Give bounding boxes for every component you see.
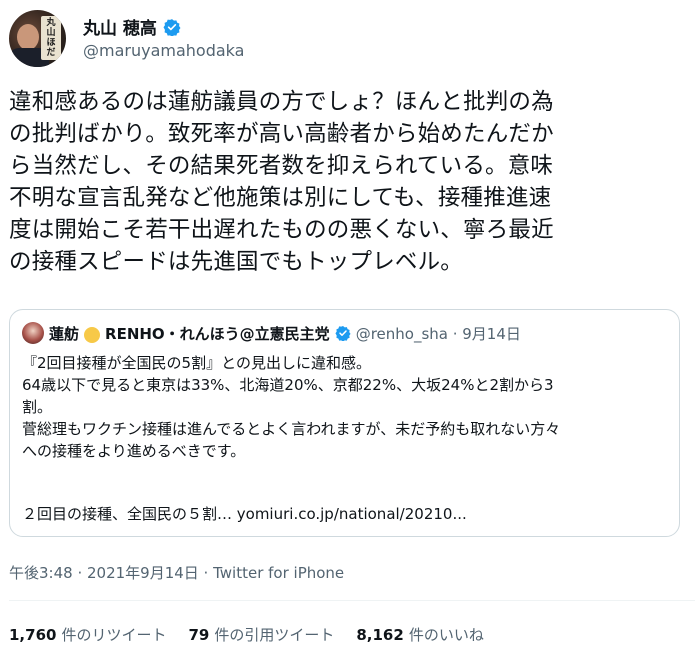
author-avatar[interactable]: 丸山ほだ bbox=[9, 10, 66, 67]
quoted-author-name: RENHO・れんほう@立憲民主党 bbox=[105, 324, 330, 343]
tweet-text-line: の接種スピードは先進国でもトップレベル。 bbox=[9, 249, 464, 275]
person-emoji-icon bbox=[84, 327, 101, 343]
likes-stat[interactable]: 8,162 件のいいね bbox=[356, 624, 483, 645]
quoted-handle-date: @renho_sha · 9月14日 bbox=[355, 324, 521, 343]
avatar-face bbox=[17, 24, 39, 50]
retweets-count: 1,760 bbox=[9, 626, 57, 644]
tweet-text-line: 不明な宣言乱発など他施策は別にしても、接種推進速 bbox=[9, 185, 552, 211]
quoted-tweet-header: 蓮舫 RENHO・れんほう@立憲民主党 @renho_sha · 9月14日 bbox=[22, 322, 521, 344]
quoted-tweet-card[interactable]: 蓮舫 RENHO・れんほう@立憲民主党 @renho_sha · 9月14日 『… bbox=[9, 309, 680, 537]
quoted-verified-badge-icon bbox=[335, 326, 351, 341]
quoted-body-line: 『2回目接種が全国民の5割』との見出しに違和感。 bbox=[22, 354, 371, 372]
quotes-count: 79 bbox=[188, 626, 210, 644]
verified-badge-icon bbox=[163, 18, 181, 36]
tweet-timestamp[interactable]: 午後3:48 · 2021年9月14日 · Twitter for iPhone bbox=[9, 562, 344, 583]
quoted-body-line: 64歳以下で見ると東京は33%、北海道20%、京都22%、大坂24%と2割から3 bbox=[22, 376, 554, 394]
tweet-text-line: ら当然だし、その結果死者数を抑えられている。意味 bbox=[9, 153, 554, 179]
likes-label: 件のいいね bbox=[408, 626, 484, 644]
author-handle[interactable]: @maruyamahodaka bbox=[83, 41, 244, 60]
tweet-text-line: 違和感あるのは蓮舫議員の方でしょ？ほんと批判の為 bbox=[9, 89, 554, 115]
quoted-tweet-body: 『2回目接種が全国民の5割』との見出しに違和感。 64歳以下で見ると東京は33%… bbox=[22, 352, 667, 462]
quotes-label: 件の引用ツイート bbox=[214, 626, 335, 644]
tweet-stats: 1,760 件のリツイート 79 件の引用ツイート 8,162 件のいいね bbox=[9, 624, 484, 645]
tweet-text-line: の批判ばかり。致死率が高い高齢者から始めたんだか bbox=[9, 121, 554, 147]
quoted-body-line: 菅総理もワクチン接種は進んでるとよく言われますが、未だ予約も取れない方々 bbox=[22, 420, 561, 438]
quoted-author-avatar[interactable] bbox=[22, 322, 44, 344]
retweets-label: 件のリツイート bbox=[61, 626, 167, 644]
avatar-sign-logo: 丸山ほだ bbox=[41, 16, 61, 60]
author-name-row: 丸山 穂高 bbox=[83, 14, 181, 39]
tweet-text-line: 度は開始こそ若干出遅れたものの悪くない、寧ろ最近 bbox=[9, 217, 554, 243]
likes-count: 8,162 bbox=[356, 626, 404, 644]
quoted-body-line: への接種をより進めるべきです。 bbox=[22, 442, 246, 460]
quotes-stat[interactable]: 79 件の引用ツイート bbox=[188, 624, 334, 645]
quoted-link-preview[interactable]: ２回目の接種、全国民の５割… yomiuri.co.jp/national/20… bbox=[22, 503, 467, 524]
quoted-author-name-prefix: 蓮舫 bbox=[49, 324, 80, 343]
divider bbox=[9, 600, 695, 601]
retweets-stat[interactable]: 1,760 件のリツイート bbox=[9, 624, 166, 645]
quoted-body-line: 割。 bbox=[22, 398, 53, 416]
author-display-name[interactable]: 丸山 穂高 bbox=[83, 14, 157, 39]
tweet-text: 違和感あるのは蓮舫議員の方でしょ？ほんと批判の為 の批判ばかり。致死率が高い高齢… bbox=[9, 86, 695, 278]
tweet-header: 丸山ほだ 丸山 穂高 @maruyamahodaka bbox=[9, 10, 689, 68]
